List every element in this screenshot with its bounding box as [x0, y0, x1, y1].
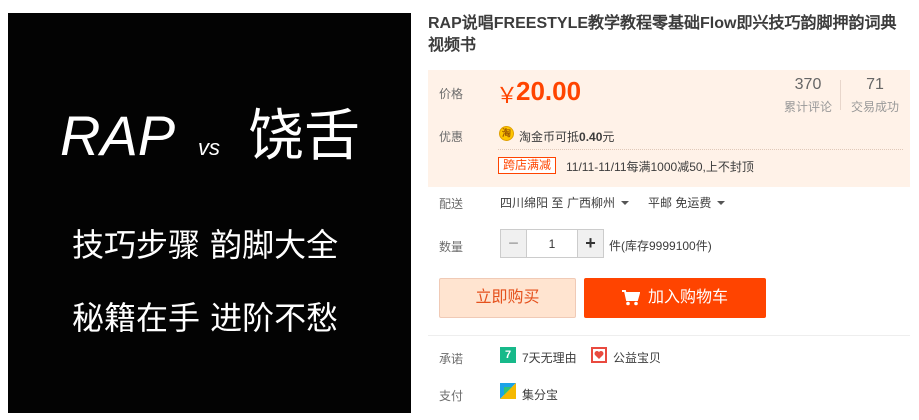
cross-store-text: 11/11-11/11每满1000减50,上不封顶	[566, 160, 754, 174]
sold-count: 71	[866, 76, 884, 93]
seven-day-return-icon: 7	[500, 347, 516, 363]
coin-text-amount: 0.40	[579, 130, 603, 144]
promo-label: 优惠	[439, 130, 464, 144]
product-image[interactable]: RAP vs 饶舌 技巧步骤 韵脚大全 秘籍在手 进阶不愁	[8, 13, 411, 413]
promise-label: 承诺	[439, 352, 464, 366]
buy-now-button[interactable]: 立即购买	[439, 278, 576, 318]
sold-label: 交易成功	[850, 100, 899, 114]
product-info-panel: RAP说唱FREESTYLE教学教程零基础Flow即兴技巧韵脚押韵词典视频书 价…	[428, 0, 919, 420]
seven-day-return-link[interactable]: 7天无理由	[522, 349, 577, 366]
image-text-raoshe: 饶舌	[248, 104, 360, 169]
sold-stat[interactable]: 71 交易成功	[842, 76, 908, 115]
price-panel: 价格 ￥ 20.00 370 累计评论 71 交易成功 优惠 淘 淘金币可抵0.…	[428, 70, 910, 187]
quantity-increase-button[interactable]: +	[577, 230, 603, 257]
ship-to-text: 广西柳州	[567, 196, 616, 210]
payment-label: 支付	[439, 389, 464, 403]
shipping-fee-selector[interactable]: 平邮 免运费	[648, 194, 726, 211]
price-label: 价格	[439, 87, 464, 101]
jifenbao-icon	[500, 383, 516, 399]
reviews-label: 累计评论	[783, 100, 832, 114]
cart-icon	[622, 290, 640, 306]
reviews-stat[interactable]: 370 累计评论	[776, 76, 840, 115]
promise-divider	[428, 335, 910, 336]
price-currency: ￥	[496, 83, 519, 108]
chevron-down-icon	[717, 201, 726, 205]
coin-text-suffix: 元	[602, 130, 615, 144]
jifenbao-link[interactable]: 集分宝	[522, 386, 558, 403]
coin-text-prefix: 淘金币可抵	[519, 130, 580, 144]
promo-divider	[498, 149, 903, 150]
quantity-decrease-button[interactable]: −	[501, 230, 527, 257]
image-text-line2: 技巧步骤 韵脚大全	[72, 226, 338, 264]
ship-from: 四川绵阳 至	[500, 196, 564, 210]
coin-deduct-text: 淘金币可抵0.40元	[519, 128, 614, 145]
add-to-cart-button[interactable]: 加入购物车	[584, 278, 766, 318]
price-value: 20.00	[516, 76, 582, 106]
ship-to-selector[interactable]: 广西柳州	[567, 194, 630, 211]
stock-text: 件(库存9999100件)	[609, 239, 712, 253]
quantity-input[interactable]	[527, 230, 577, 257]
cross-store-badge[interactable]: 跨店满减	[498, 157, 557, 174]
chevron-down-icon	[621, 201, 630, 205]
ship-fee-text: 平邮 免运费	[648, 196, 712, 210]
reviews-count: 370	[794, 76, 822, 93]
quantity-label: 数量	[439, 240, 464, 254]
quantity-stepper: − +	[500, 229, 604, 258]
charity-link[interactable]: 公益宝贝	[613, 349, 661, 366]
stat-divider	[840, 80, 841, 110]
taobao-coin-icon: 淘	[499, 126, 514, 141]
image-text-rap: RAP	[60, 104, 175, 167]
add-to-cart-label: 加入购物车	[648, 289, 729, 306]
image-text-vs: vs	[198, 135, 220, 160]
shipping-label: 配送	[439, 197, 464, 211]
charity-heart-icon	[591, 347, 607, 363]
image-text-line3: 秘籍在手 进阶不愁	[72, 299, 338, 337]
product-title: RAP说唱FREESTYLE教学教程零基础Flow即兴技巧韵脚押韵词典视频书	[428, 15, 897, 54]
